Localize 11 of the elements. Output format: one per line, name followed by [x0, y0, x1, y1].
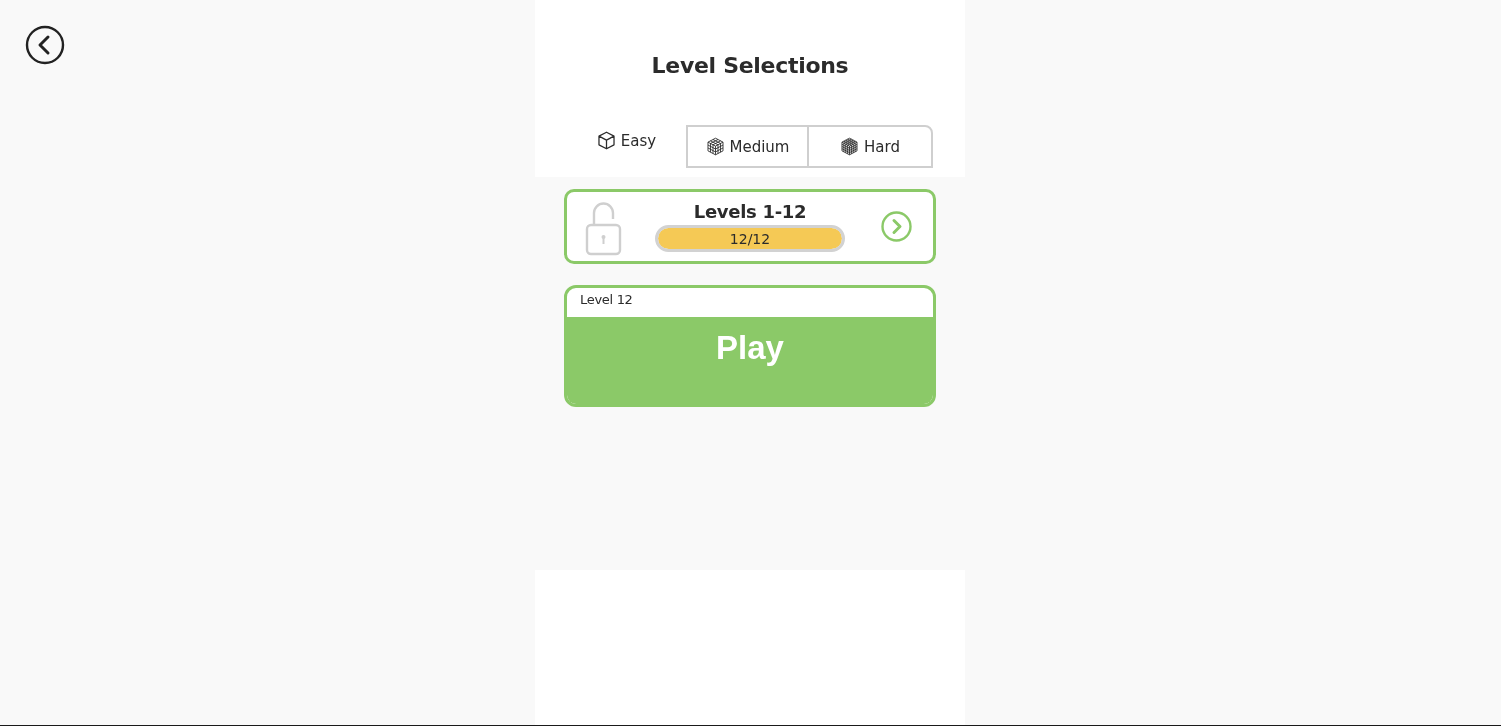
difficulty-tab[interactable]: Hard [807, 125, 933, 168]
difficulty-tab[interactable]: Medium [686, 125, 809, 168]
page-title: Level Selections [651, 52, 849, 80]
level-range-title: Levels 1-12 [693, 201, 807, 223]
level-label: Level 12 [579, 291, 634, 309]
cube-icon [596, 131, 616, 150]
back-icon[interactable] [25, 25, 65, 65]
level-group-card[interactable]: Levels 1-12 12/12 [564, 189, 936, 264]
progress-reading: 12/12 [729, 230, 771, 247]
grid-cube-icon [705, 137, 725, 156]
grid-cube-icon [840, 137, 860, 156]
